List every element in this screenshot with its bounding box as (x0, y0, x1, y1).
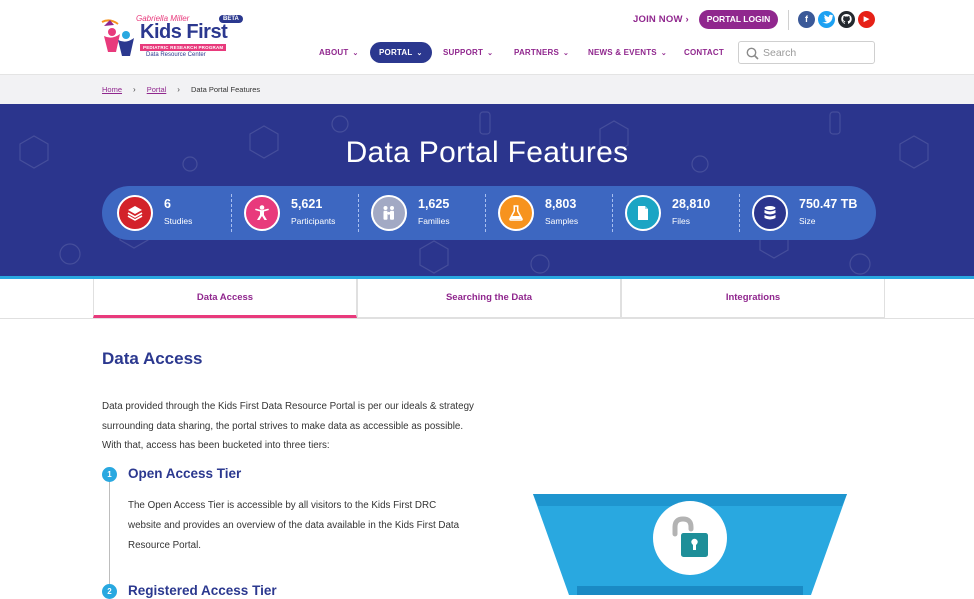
tier-timeline-line (109, 480, 110, 590)
stat-families: 1,625 Families (358, 186, 486, 240)
tier-title: Open Access Tier (128, 466, 242, 481)
kids-first-logo[interactable]: Gabriella Miller BETA Kids First PEDIATR… (100, 10, 250, 62)
stat-value: 6 (164, 197, 171, 211)
chevron-down-icon: ⌄ (487, 50, 494, 57)
portal-login-button[interactable]: PORTAL LOGIN (699, 10, 778, 29)
youtube-icon[interactable]: ▶ (858, 11, 875, 28)
breadcrumb-portal[interactable]: Portal (147, 85, 167, 94)
tab-searching-the-data[interactable]: Searching the Data (357, 279, 621, 318)
chevron-right-icon: › (133, 85, 136, 94)
stat-label: Families (418, 216, 450, 226)
nav-contact[interactable]: CONTACT (684, 42, 724, 63)
stat-label: Files (672, 216, 690, 226)
logo-subtitle: Data Resource Center (146, 52, 206, 58)
stat-value: 1,625 (418, 197, 450, 211)
divider (485, 194, 486, 232)
nav-about-label: ABOUT (319, 48, 349, 57)
chevron-down-icon: ⌄ (563, 50, 570, 57)
nav-about[interactable]: ABOUT ⌄ (319, 42, 359, 63)
breadcrumb-current: Data Portal Features (190, 85, 261, 94)
breadcrumb: Home › Portal › Data Portal Features (0, 74, 974, 104)
stat-participants: 5,621 Participants (231, 186, 359, 240)
stat-value: 5,621 (291, 197, 323, 211)
kids-figures-icon (101, 19, 134, 56)
tab-integrations[interactable]: Integrations (621, 279, 885, 318)
nav-news-events-label: NEWS & EVENTS (588, 48, 657, 57)
nav-partners[interactable]: PARTNERS ⌄ (514, 42, 569, 63)
divider (231, 194, 232, 232)
stat-label: Studies (164, 216, 193, 226)
feature-tabs: Data Access Searching the Data Integrati… (0, 279, 974, 319)
tier-title: Registered Access Tier (128, 583, 277, 598)
stat-value: 28,810 (672, 197, 711, 211)
breadcrumb-home[interactable]: Home (102, 85, 122, 94)
divider (358, 194, 359, 232)
database-icon (752, 195, 788, 231)
twitter-icon[interactable] (818, 11, 835, 28)
tier-step-badge: 1 (102, 467, 117, 482)
file-icon (625, 195, 661, 231)
search-input[interactable] (763, 45, 868, 61)
stat-studies: 6 Studies (105, 186, 232, 240)
chevron-down-icon: ⌄ (660, 50, 667, 57)
nav-support-label: SUPPORT (443, 48, 484, 57)
stat-samples: 8,803 Samples (485, 186, 613, 240)
chevron-down-icon: ⌄ (416, 50, 423, 57)
nav-support[interactable]: SUPPORT ⌄ (443, 42, 493, 63)
chevron-right-icon: › (177, 85, 180, 94)
site-header: Gabriella Miller BETA Kids First PEDIATR… (0, 0, 974, 74)
nav-contact-label: CONTACT (684, 48, 724, 57)
logo-title: Kids First (140, 21, 228, 43)
search-box[interactable] (738, 41, 875, 64)
stat-label: Participants (291, 216, 336, 226)
stat-value: 750.47 TB (799, 197, 858, 211)
stat-size: 750.47 TB Size (739, 186, 867, 240)
stat-files: 28,810 Files (612, 186, 740, 240)
header-divider (788, 10, 789, 30)
studies-stack-icon (117, 195, 153, 231)
family-icon (371, 195, 407, 231)
hero-banner: Data Portal Features 6 Studies 5,621 Par… (0, 104, 974, 279)
stat-label: Size (799, 216, 816, 226)
page-title: Data Portal Features (345, 136, 629, 169)
divider (739, 194, 740, 232)
flask-icon (498, 195, 534, 231)
tab-data-access[interactable]: Data Access (93, 279, 357, 318)
tier-step-badge: 2 (102, 584, 117, 599)
nav-news-events[interactable]: NEWS & EVENTS ⌄ (588, 42, 667, 63)
logo-program: PEDIATRIC RESEARCH PROGRAM (140, 44, 227, 51)
github-icon[interactable] (838, 11, 855, 28)
nav-partners-label: PARTNERS (514, 48, 560, 57)
tier-description: The Open Access Tier is accessible by al… (128, 500, 460, 551)
search-icon (746, 47, 759, 60)
intro-paragraph: Data provided through the Kids First Dat… (102, 401, 474, 451)
stat-label: Samples (545, 216, 579, 226)
nav-portal-label: PORTAL (379, 48, 413, 57)
nav-portal[interactable]: PORTAL ⌄ (370, 42, 432, 63)
participant-icon (244, 195, 280, 231)
access-tier-funnel-graphic (533, 494, 847, 595)
join-now-link[interactable]: JOIN NOW › (633, 14, 689, 25)
chevron-down-icon: ⌄ (352, 50, 359, 57)
portal-stats-bar: 6 Studies 5,621 Participants 1,625 Famil… (102, 186, 876, 240)
facebook-icon[interactable]: f (798, 11, 815, 28)
divider (612, 194, 613, 232)
stat-value: 8,803 (545, 197, 577, 211)
section-heading: Data Access (102, 349, 203, 368)
